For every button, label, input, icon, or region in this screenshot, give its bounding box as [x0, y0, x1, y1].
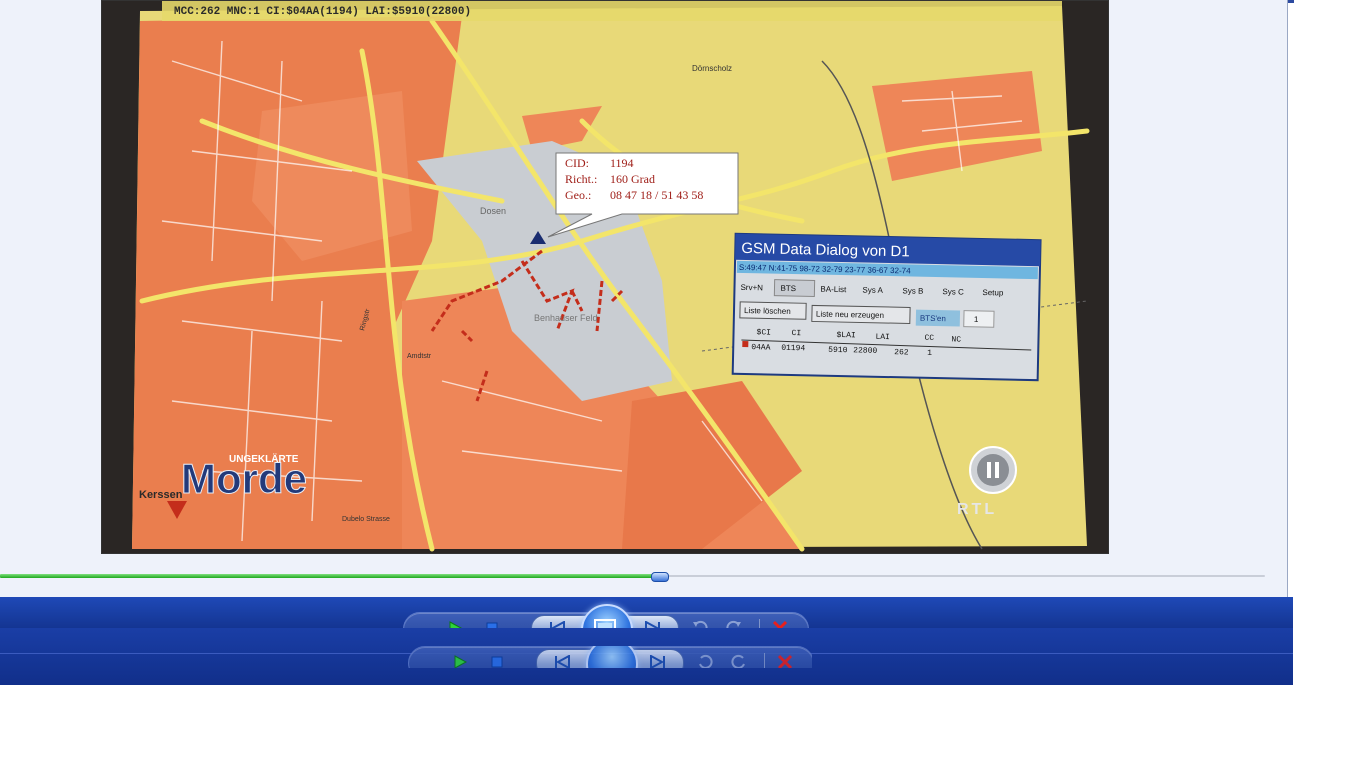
dialog-tab: Sys C — [942, 287, 964, 296]
dialog-tab: Setup — [982, 288, 1004, 297]
switch-view-icon — [586, 646, 638, 668]
svg-text:CC: CC — [924, 334, 934, 343]
svg-text:262: 262 — [894, 348, 909, 357]
forward-icon — [728, 651, 750, 668]
seek-thumb[interactable] — [651, 572, 670, 582]
svg-text:NC: NC — [951, 335, 961, 344]
transport-controls-ghost — [408, 646, 812, 668]
rewind-icon — [694, 651, 716, 668]
dialog-tab: BA-List — [820, 285, 847, 295]
video-map-image: Dörnscholz Dosen Benhauser Feld Amdtstr … — [102, 1, 1108, 553]
video-frame[interactable]: Dörnscholz Dosen Benhauser Feld Amdtstr … — [101, 0, 1109, 554]
control-bar-ghost — [0, 628, 1293, 685]
dialog-new-button: Liste neu erzeugen — [816, 310, 884, 320]
svg-text:$CI: $CI — [756, 328, 771, 337]
map-label: Dosen — [480, 206, 506, 216]
dialog-bts-count: 1 — [974, 315, 979, 324]
svg-text:01194: 01194 — [781, 344, 805, 354]
svg-text:CID:: CID: — [565, 156, 589, 170]
stop-icon — [486, 651, 508, 668]
svg-text:1194: 1194 — [610, 156, 634, 170]
map-label: Benhauser Feld — [534, 313, 598, 323]
play-icon — [448, 651, 472, 668]
map-label: Dubelo Strasse — [342, 516, 390, 523]
svg-text:Geo.:: Geo.: — [565, 188, 591, 202]
gsm-data-dialog: GSM Data Dialog von D1 S:49:47 N:41-75 9… — [731, 232, 1042, 382]
svg-text:160 Grad: 160 Grad — [610, 172, 655, 186]
svg-text:1: 1 — [927, 349, 932, 358]
dialog-tab: Srv+N — [740, 283, 763, 292]
close-icon — [774, 651, 796, 668]
svg-text:RTL: RTL — [957, 501, 997, 518]
svg-text:Richt.:: Richt.: — [565, 172, 597, 186]
svg-text:22800: 22800 — [853, 346, 877, 356]
svg-text:LAI: LAI — [875, 333, 890, 342]
svg-text:08 47 18 / 51 43 58: 08 47 18 / 51 43 58 — [610, 188, 703, 202]
dialog-title: GSM Data Dialog von D1 — [741, 240, 910, 261]
dialog-clear-button: Liste löschen — [744, 306, 791, 316]
previous-icon — [548, 651, 576, 668]
svg-text:5910: 5910 — [828, 346, 848, 355]
svg-text:CI: CI — [791, 329, 801, 338]
dialog-bts-label: BTS'en — [920, 314, 946, 324]
osd-cell-info: MCC:262 MNC:1 CI:$04AA(1194) LAI:$5910(2… — [174, 6, 471, 18]
svg-text:04AA: 04AA — [751, 343, 771, 352]
dialog-tab: BTS — [780, 284, 796, 293]
seek-progress — [0, 574, 660, 578]
svg-text:$LAI: $LAI — [836, 331, 855, 340]
map-label: Dörnscholz — [692, 64, 732, 73]
map-label: Amdtstr — [407, 353, 432, 360]
media-player-window: Dörnscholz Dosen Benhauser Feld Amdtstr … — [0, 0, 1294, 685]
svg-text:Morde: Morde — [181, 455, 307, 502]
next-icon — [644, 651, 672, 668]
seek-bar[interactable] — [0, 572, 1265, 582]
control-bar — [0, 597, 1293, 656]
dialog-tab: Sys A — [862, 285, 883, 294]
window-edge — [1287, 0, 1294, 628]
svg-text:Kerssen: Kerssen — [139, 489, 183, 501]
dialog-tab: Sys B — [902, 286, 923, 295]
